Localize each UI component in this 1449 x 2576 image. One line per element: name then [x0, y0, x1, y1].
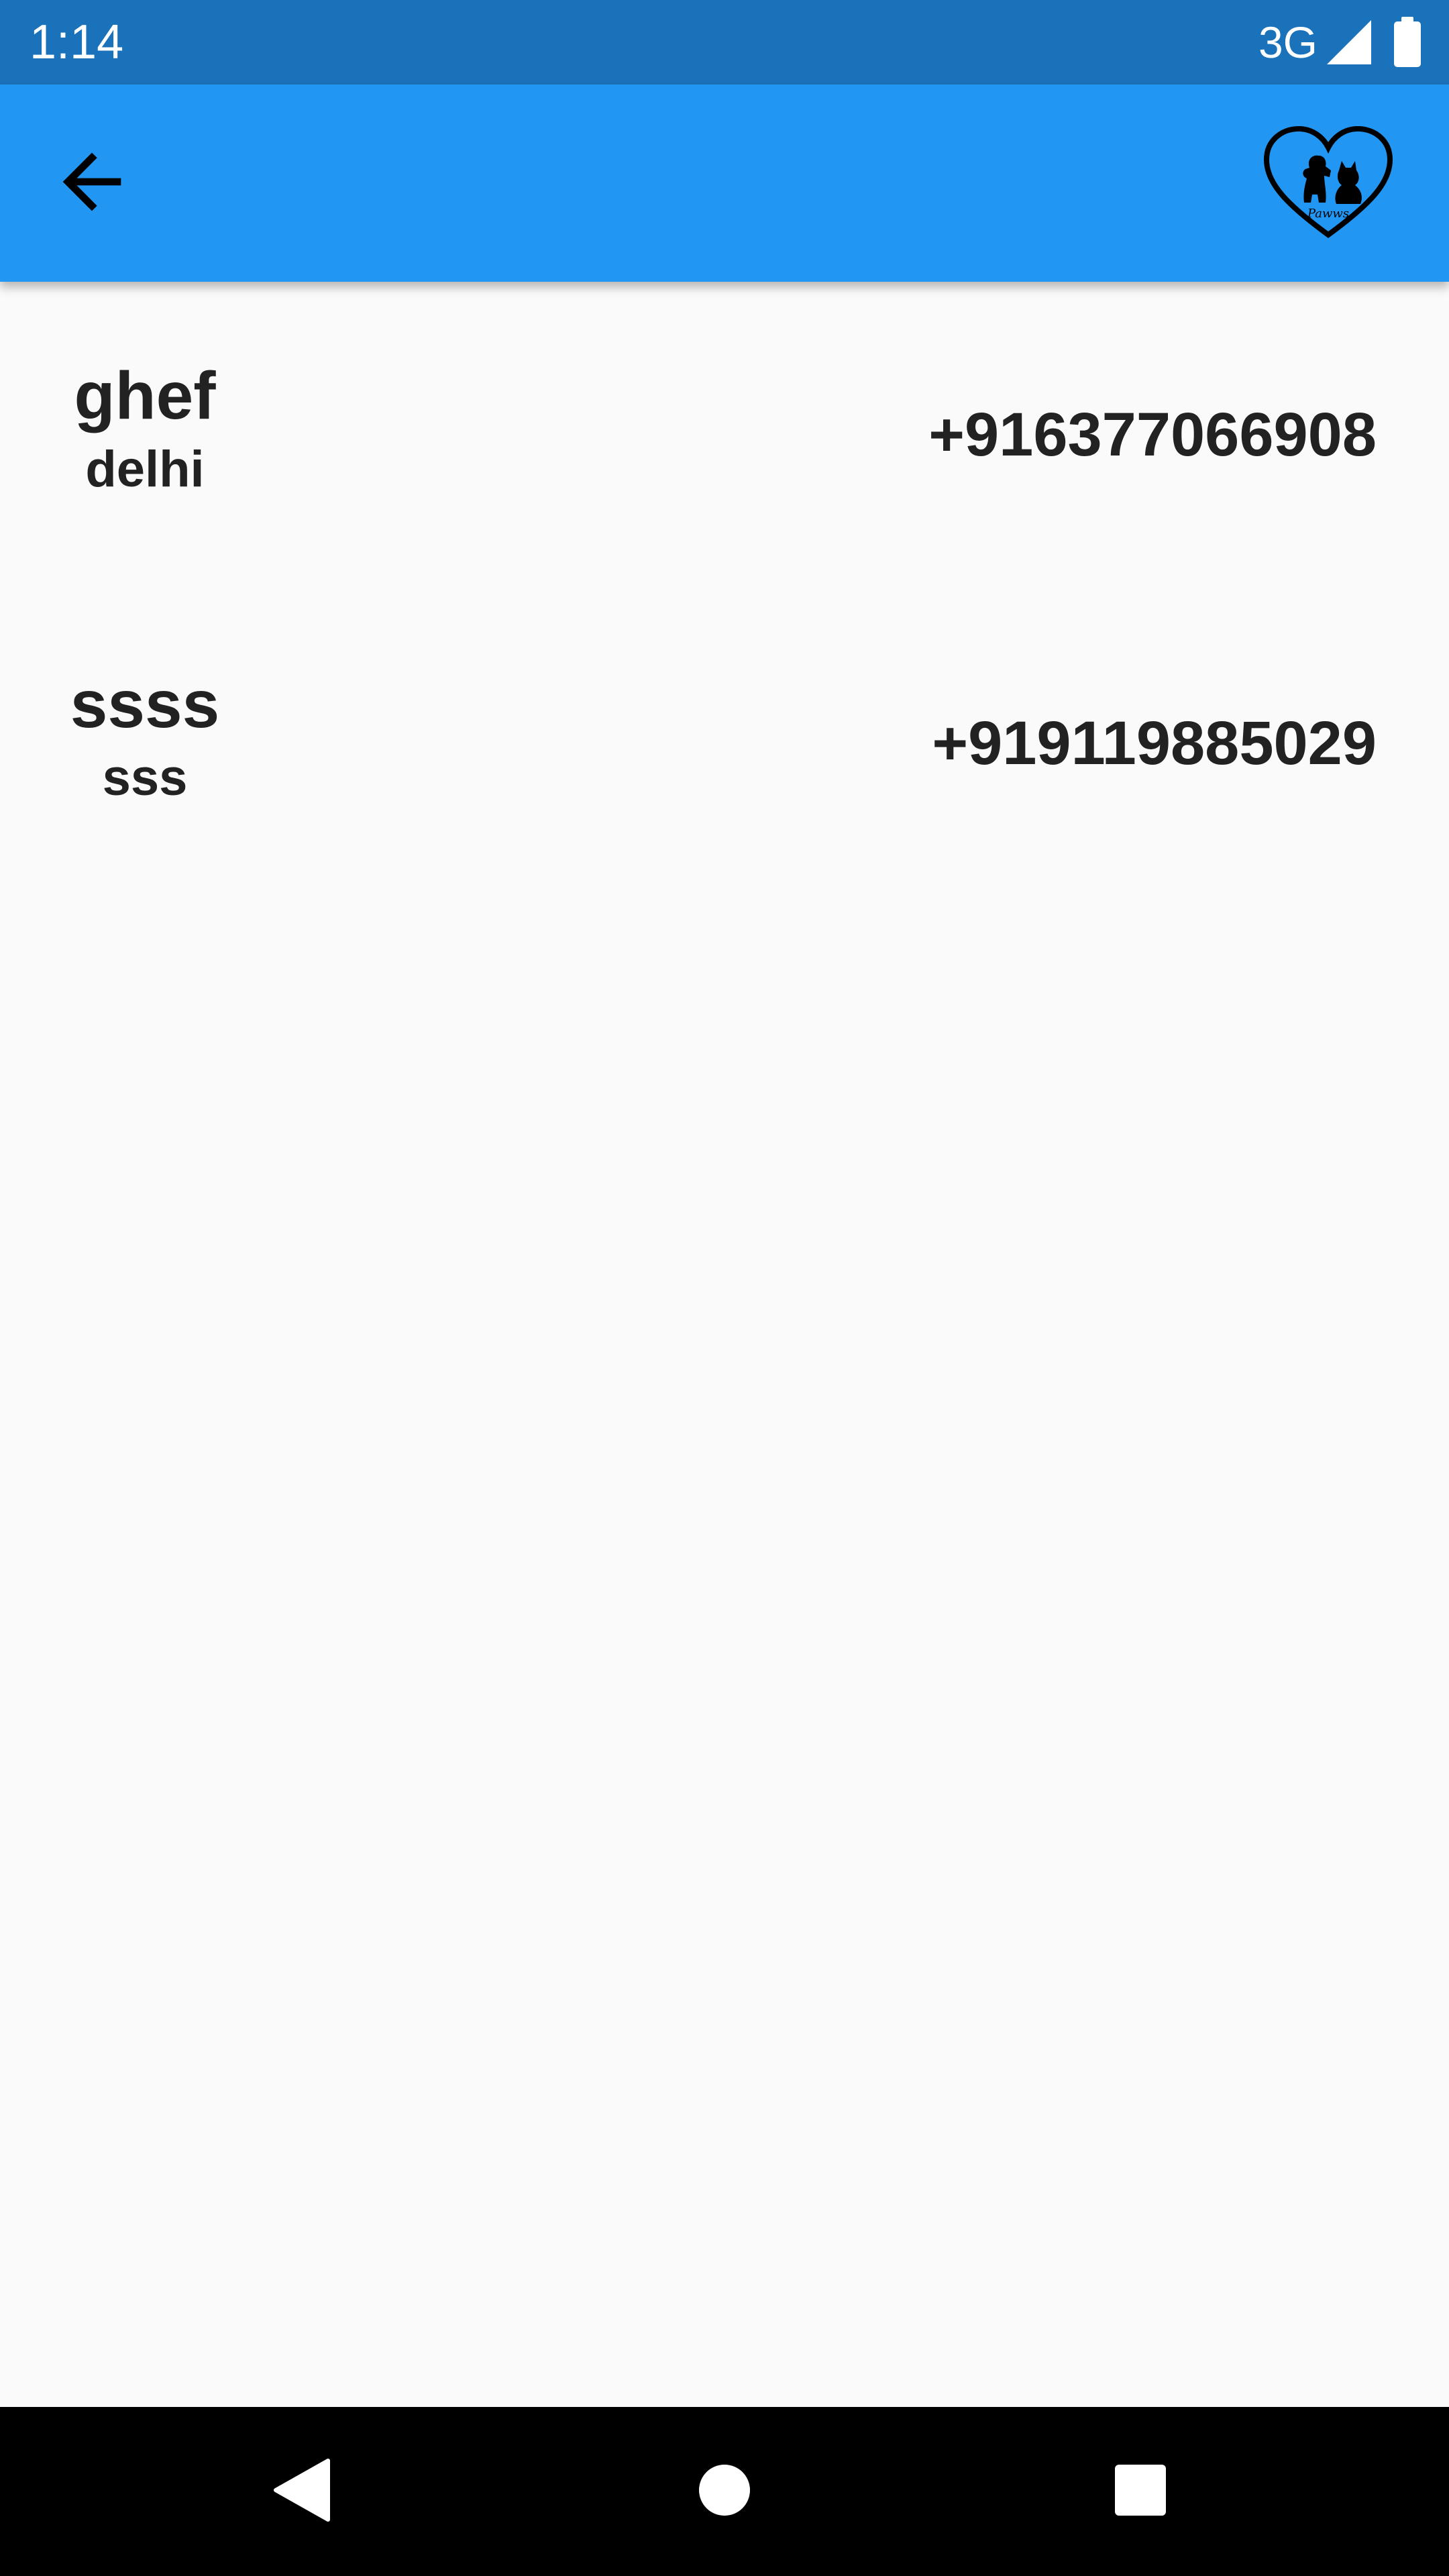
nav-recents-icon — [1114, 2463, 1167, 2520]
contact-phone: +916377066908 — [928, 400, 1377, 469]
status-bar: 1:14 3G — [0, 0, 1449, 85]
contact-name: ghef — [74, 358, 216, 433]
battery-icon — [1393, 17, 1422, 68]
signal-icon — [1326, 19, 1373, 66]
list-item[interactable]: ghef delhi +916377066908 — [0, 282, 1449, 523]
nav-back-button[interactable] — [258, 2447, 346, 2536]
navigation-bar — [0, 2407, 1449, 2576]
contact-info: ghef delhi — [38, 282, 252, 500]
nav-home-icon — [698, 2463, 751, 2520]
list-item[interactable]: ssss sss +919119885029 — [0, 590, 1449, 832]
status-time: 1:14 — [30, 15, 124, 69]
arrow-left-icon — [48, 138, 136, 229]
contact-name: ssss — [70, 667, 220, 742]
contact-list: ghef delhi +916377066908 ssss sss +91911… — [0, 282, 1449, 2407]
network-type: 3G — [1258, 17, 1318, 67]
nav-recents-button[interactable] — [1096, 2447, 1185, 2536]
back-button[interactable] — [42, 133, 142, 233]
contact-info: ssss sss — [38, 590, 252, 809]
nav-back-icon — [272, 2457, 332, 2527]
contact-city: delhi — [85, 441, 205, 498]
status-indicators: 3G — [1258, 13, 1422, 71]
contact-phone: +919119885029 — [932, 709, 1377, 777]
logo-text: Pawws — [1307, 207, 1349, 221]
app-bar: Pawws — [0, 85, 1449, 282]
heart-pets-logo: Pawws — [1261, 122, 1395, 243]
contact-city: sss — [102, 749, 188, 806]
nav-home-button[interactable] — [680, 2447, 769, 2536]
